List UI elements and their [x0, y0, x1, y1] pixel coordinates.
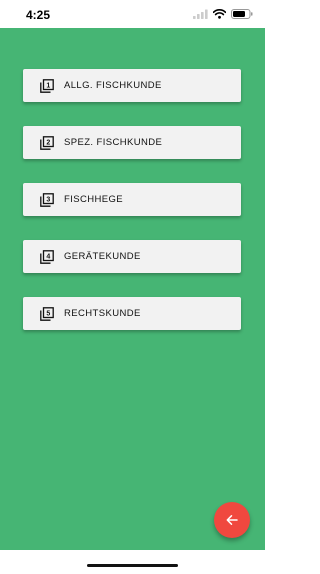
- wifi-icon: [213, 9, 226, 19]
- home-indicator[interactable]: [87, 564, 178, 567]
- menu-item-geraetekunde[interactable]: 4 GERÄTEKUNDE: [23, 240, 241, 273]
- battery-icon: [231, 9, 253, 19]
- signal-icon: [193, 9, 208, 19]
- app-screen: 4:25 1 ALLG. FISCHKUNDE 2 SPEZ. FISCHKUN…: [0, 0, 265, 574]
- svg-text:5: 5: [46, 311, 50, 318]
- back-button[interactable]: [214, 502, 250, 538]
- menu-item-spez-fischkunde[interactable]: 2 SPEZ. FISCHKUNDE: [23, 126, 241, 159]
- filter-5-icon: 5: [40, 307, 54, 321]
- svg-text:1: 1: [46, 83, 50, 90]
- filter-3-icon: 3: [40, 193, 54, 207]
- status-time: 4:25: [26, 8, 51, 22]
- svg-text:2: 2: [46, 140, 50, 147]
- menu-item-label: GERÄTEKUNDE: [64, 251, 141, 262]
- menu-item-rechtskunde[interactable]: 5 RECHTSKUNDE: [23, 297, 241, 330]
- svg-text:4: 4: [46, 254, 50, 261]
- svg-text:3: 3: [46, 197, 50, 204]
- home-indicator-area: [0, 550, 265, 574]
- main-content: 1 ALLG. FISCHKUNDE 2 SPEZ. FISCHKUNDE 3 …: [0, 28, 265, 550]
- menu-item-label: ALLG. FISCHKUNDE: [64, 80, 162, 91]
- menu-item-fischhege[interactable]: 3 FISCHHEGE: [23, 183, 241, 216]
- menu-item-label: SPEZ. FISCHKUNDE: [64, 137, 163, 148]
- status-icons: [193, 9, 253, 19]
- filter-4-icon: 4: [40, 250, 54, 264]
- filter-2-icon: 2: [40, 136, 54, 150]
- menu-item-allg-fischkunde[interactable]: 1 ALLG. FISCHKUNDE: [23, 69, 241, 102]
- menu-item-label: FISCHHEGE: [64, 194, 124, 205]
- status-bar: 4:25: [0, 0, 265, 28]
- filter-1-icon: 1: [40, 79, 54, 93]
- menu-item-label: RECHTSKUNDE: [64, 308, 141, 319]
- arrow-left-icon: [226, 515, 238, 525]
